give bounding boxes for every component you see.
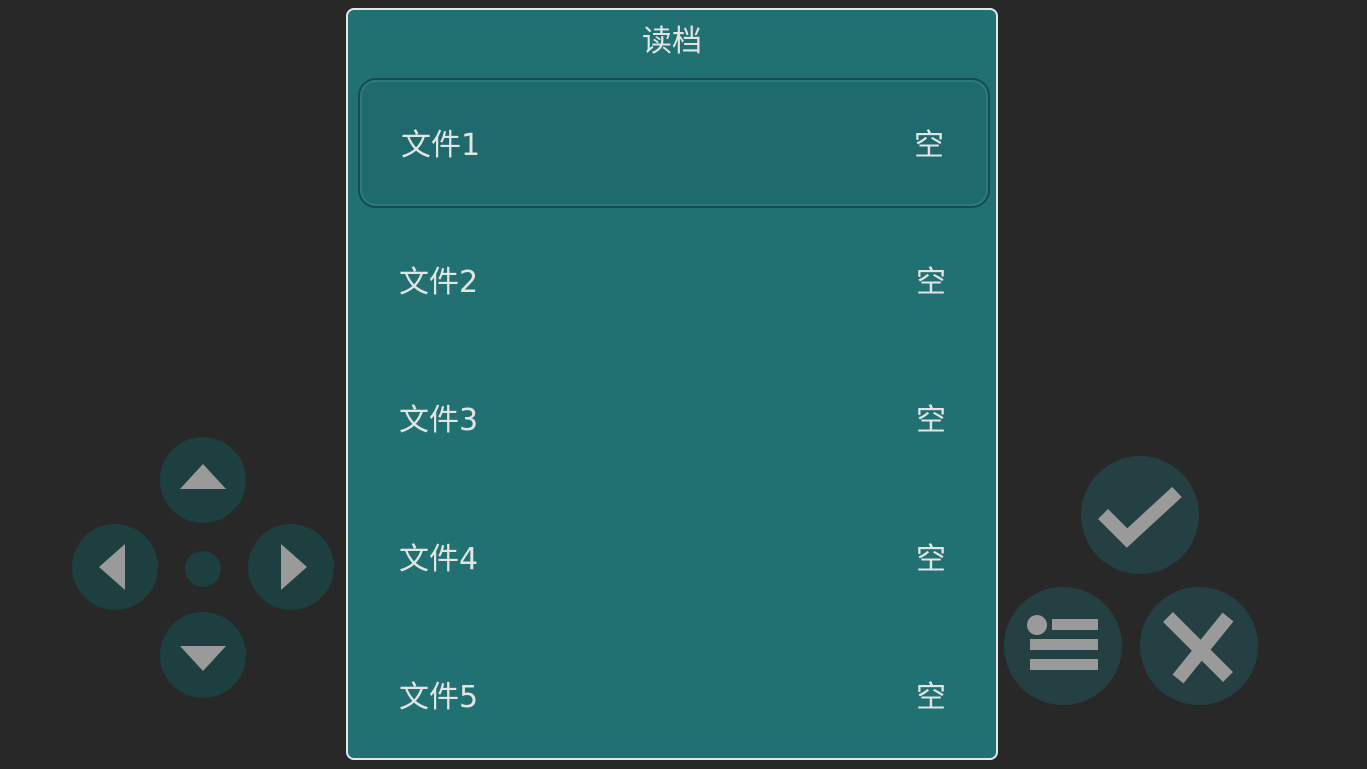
slot-status: 空 [916,680,946,715]
save-slot-list: 文件1 空 文件2 空 文件3 空 文件4 空 文件5 空 [358,78,990,769]
dpad-down-button[interactable] [160,612,246,698]
load-dialog: 读档 文件1 空 文件2 空 文件3 空 文件4 空 文件5 空 [346,8,998,760]
arrow-up-icon [180,464,226,489]
slot-name: 文件4 [399,541,479,577]
arrow-right-icon [281,544,307,590]
dialog-title: 读档 [642,24,702,59]
slot-name: 文件1 [401,128,481,163]
confirm-button[interactable] [1081,456,1199,574]
dpad-right-button[interactable] [248,524,334,610]
slot-status: 空 [916,403,946,438]
slot-status: 空 [916,541,946,577]
checkmark-icon [1098,486,1182,548]
save-slot-4[interactable]: 文件4 空 [358,494,990,624]
menu-list-icon [1027,615,1098,670]
slot-name: 文件2 [399,264,479,300]
slot-status: 空 [916,264,946,300]
save-slot-1[interactable]: 文件1 空 [358,78,990,208]
dpad-left-button[interactable] [72,524,158,610]
slot-name: 文件5 [399,680,479,715]
cancel-button[interactable] [1140,587,1258,705]
slot-status: 空 [914,128,944,163]
arrow-down-icon [180,646,226,671]
close-x-icon [1163,612,1234,684]
game-screen: 读档 文件1 空 文件2 空 文件3 空 文件4 空 文件5 空 [0,0,1367,769]
arrow-left-icon [99,544,125,590]
save-slot-3[interactable]: 文件3 空 [358,355,990,485]
slot-name: 文件3 [399,403,479,438]
menu-button[interactable] [1004,587,1122,705]
save-slot-2[interactable]: 文件2 空 [358,217,990,347]
dpad-up-button[interactable] [160,437,246,523]
save-slot-5[interactable]: 文件5 空 [358,632,990,762]
dpad-center [185,551,221,587]
